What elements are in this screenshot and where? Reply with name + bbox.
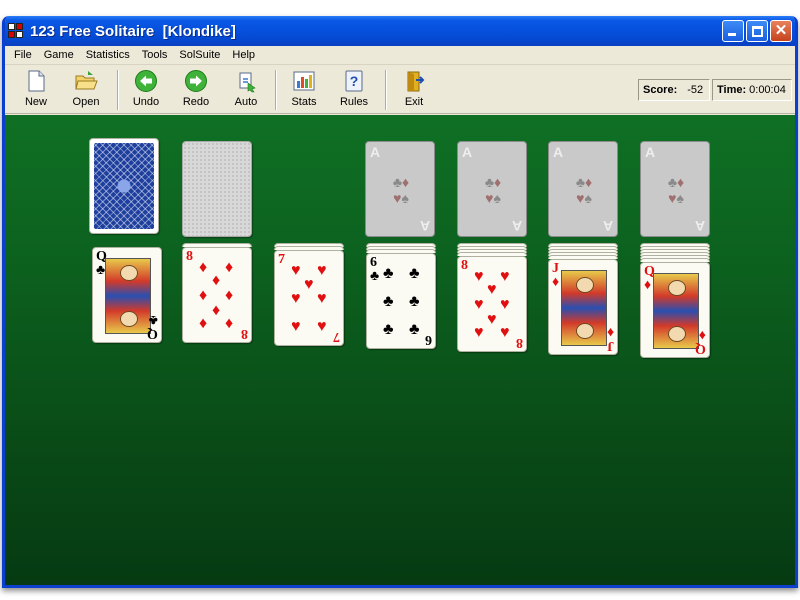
stats-button[interactable]: Stats bbox=[279, 69, 329, 111]
rules-button[interactable]: ? Rules bbox=[329, 69, 379, 111]
card-rank: 8 bbox=[516, 335, 523, 350]
menu-solsuite[interactable]: SolSuite bbox=[173, 49, 226, 61]
foundation-pile[interactable]: A ♣♦ ♥♠ A bbox=[548, 141, 618, 237]
foundation-ace-label: A bbox=[553, 144, 564, 160]
card-rank: 6 bbox=[425, 332, 432, 347]
redo-icon bbox=[185, 70, 207, 92]
app-icon bbox=[8, 23, 24, 39]
foundation-ace-label: A bbox=[419, 218, 430, 234]
tableau-card[interactable]: 8 ♥ ♥ ♥ ♥ ♥ ♥ ♥ ♥ 8 bbox=[457, 256, 527, 352]
app-window: 123 Free Solitaire [Klondike] ✕ File Gam… bbox=[2, 16, 798, 588]
card-rank: J ♦ bbox=[606, 324, 614, 353]
new-icon bbox=[28, 70, 45, 92]
close-icon: ✕ bbox=[774, 22, 788, 39]
rules-label: Rules bbox=[339, 96, 369, 108]
foundation-pile[interactable]: A ♣♦ ♥♠ A bbox=[457, 141, 527, 237]
foundation-ace-label: A bbox=[602, 218, 613, 234]
foundation-suits: ♣♦ ♥♠ bbox=[575, 174, 593, 206]
card-rank: Q ♦ bbox=[695, 327, 706, 356]
foundation-ace-label: A bbox=[370, 144, 381, 160]
exit-label: Exit bbox=[404, 96, 424, 108]
time-label: Time: bbox=[717, 84, 747, 96]
minimize-button[interactable] bbox=[722, 20, 744, 42]
tableau-card[interactable]: 8 ♦ ♦ ♦ ♦ ♦ ♦ ♦ ♦ 8 bbox=[182, 247, 252, 343]
time-value: 0:00:04 bbox=[749, 84, 786, 96]
card-rank: 7 bbox=[278, 252, 285, 267]
card-back-pattern bbox=[94, 143, 154, 229]
stock-pile[interactable] bbox=[89, 138, 159, 234]
close-button[interactable]: ✕ bbox=[770, 20, 792, 42]
tableau-card[interactable]: 7 ♥ ♥ ♥ ♥ ♥ ♥ ♥ 7 bbox=[274, 250, 344, 346]
menu-help[interactable]: Help bbox=[226, 49, 261, 61]
score-display: Score: -52 bbox=[638, 79, 710, 101]
menu-statistics[interactable]: Statistics bbox=[80, 49, 136, 61]
auto-icon bbox=[239, 72, 256, 93]
tableau-card[interactable]: J ♦ J ♦ bbox=[548, 259, 618, 355]
foundation-ace-label: A bbox=[645, 144, 656, 160]
jack-face-art bbox=[561, 270, 607, 346]
auto-label: Auto bbox=[234, 96, 258, 108]
menu-bar: File Game Statistics Tools SolSuite Help bbox=[5, 46, 795, 65]
new-label: New bbox=[24, 96, 47, 108]
menu-tools[interactable]: Tools bbox=[136, 49, 174, 61]
open-label: Open bbox=[72, 96, 100, 108]
foundation-ace-label: A bbox=[511, 218, 522, 234]
undo-button[interactable]: Undo bbox=[121, 69, 171, 111]
card-rank: 8 bbox=[241, 326, 248, 341]
exit-button[interactable]: Exit bbox=[389, 69, 439, 111]
foundation-pile[interactable]: A ♣♦ ♥♠ A bbox=[640, 141, 710, 237]
undo-label: Undo bbox=[132, 96, 160, 108]
foundation-pile[interactable]: A ♣♦ ♥♠ A bbox=[365, 141, 435, 237]
tableau-card[interactable]: Q ♣ Q ♣ bbox=[92, 247, 162, 343]
foundation-suits: ♣♦ ♥♠ bbox=[667, 174, 685, 206]
card-rank: Q ♣ bbox=[147, 312, 158, 341]
window-title: 123 Free Solitaire [Klondike] bbox=[30, 22, 236, 40]
menu-file[interactable]: File bbox=[8, 49, 38, 61]
card-rank: 7 bbox=[333, 329, 340, 344]
card-rank: 8 bbox=[186, 249, 193, 264]
menu-game[interactable]: Game bbox=[38, 49, 80, 61]
toolbar-separator bbox=[385, 70, 387, 110]
rules-icon: ? bbox=[345, 70, 363, 92]
toolbar-separator bbox=[275, 70, 277, 110]
title-bar[interactable]: 123 Free Solitaire [Klondike] ✕ bbox=[5, 16, 795, 46]
card-rank: 6 ♣ bbox=[370, 255, 380, 284]
foundation-suits: ♣♦ ♥♠ bbox=[392, 174, 410, 206]
open-button[interactable]: Open bbox=[61, 69, 111, 111]
stats-label: Stats bbox=[291, 96, 317, 108]
tableau-card[interactable]: 6 ♣ ♣ ♣ ♣ ♣ ♣ ♣ 6 bbox=[366, 253, 436, 349]
time-display: Time: 0:00:04 bbox=[712, 79, 792, 101]
score-value: -52 bbox=[687, 84, 704, 96]
waste-pile[interactable] bbox=[182, 141, 252, 237]
redo-button[interactable]: Redo bbox=[171, 69, 221, 111]
maximize-icon bbox=[752, 26, 763, 37]
card-rank: 8 bbox=[461, 258, 468, 273]
undo-icon bbox=[135, 70, 157, 92]
foundation-ace-label: A bbox=[462, 144, 473, 160]
queen-face-art bbox=[105, 258, 151, 334]
queen-face-art bbox=[653, 273, 699, 349]
open-icon bbox=[75, 71, 98, 90]
window-controls: ✕ bbox=[722, 20, 792, 42]
redo-label: Redo bbox=[182, 96, 210, 108]
foundation-suits: ♣♦ ♥♠ bbox=[484, 174, 502, 206]
svg-text:?: ? bbox=[350, 73, 359, 89]
maximize-button[interactable] bbox=[746, 20, 768, 42]
toolbar: New Open Undo Redo Auto Stats ? Rules Ex… bbox=[5, 66, 795, 114]
new-button[interactable]: New bbox=[11, 69, 61, 111]
minimize-icon bbox=[728, 33, 736, 36]
foundation-ace-label: A bbox=[694, 218, 705, 234]
stats-icon bbox=[293, 71, 315, 91]
score-label: Score: bbox=[643, 84, 678, 96]
tableau-card[interactable]: Q ♦ Q ♦ bbox=[640, 262, 710, 358]
game-table: A ♣♦ ♥♠ A A ♣♦ ♥♠ A A ♣♦ ♥♠ A A ♣♦ ♥♠ A … bbox=[5, 115, 795, 585]
card-rank: J ♦ bbox=[552, 261, 560, 290]
auto-button[interactable]: Auto bbox=[221, 69, 271, 111]
exit-icon bbox=[407, 71, 425, 92]
toolbar-separator bbox=[117, 70, 119, 110]
